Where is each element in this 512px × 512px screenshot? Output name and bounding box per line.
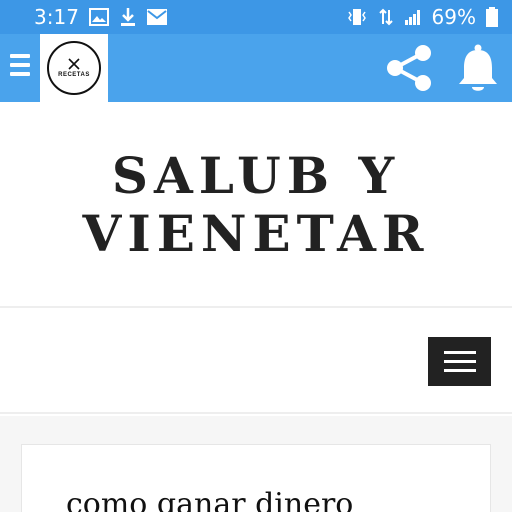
menu-icon-line (10, 72, 30, 76)
nav-toggle-button[interactable] (428, 337, 491, 386)
logo-text: RECETAS (58, 72, 90, 78)
menu-button[interactable] (10, 54, 30, 80)
data-icon (378, 8, 394, 26)
hamburger-icon-line (443, 351, 476, 354)
battery-percentage: 69% (431, 5, 476, 29)
battery-icon (486, 7, 498, 27)
site-title[interactable]: SALUB Y VIENETAR (46, 147, 466, 263)
app-bar: RECETAS (0, 34, 512, 102)
share-icon (387, 45, 431, 91)
download-icon (119, 7, 137, 27)
app-logo[interactable]: RECETAS (40, 34, 108, 102)
utensils-icon (68, 58, 80, 70)
nav-row (0, 310, 512, 414)
share-button[interactable] (383, 42, 435, 94)
logo-circle: RECETAS (47, 41, 101, 95)
notifications-button[interactable] (455, 42, 501, 96)
post-card: como ganar dinero (21, 444, 491, 512)
post-title[interactable]: como ganar dinero (66, 487, 353, 512)
mail-icon (146, 9, 167, 25)
hamburger-icon-line (443, 360, 476, 363)
signal-icon (404, 9, 422, 25)
hamburger-icon-line (443, 369, 476, 372)
image-icon (88, 8, 109, 26)
menu-icon-line (10, 63, 30, 67)
status-left: 3:17 (34, 5, 167, 29)
site-header: SALUB Y VIENETAR (0, 104, 512, 308)
menu-icon-line (10, 54, 30, 58)
bell-icon (459, 44, 497, 91)
status-time: 3:17 (34, 5, 79, 29)
vibrate-icon (346, 8, 368, 26)
status-right: 69% (346, 5, 498, 29)
status-bar: 3:17 69% (0, 0, 512, 34)
